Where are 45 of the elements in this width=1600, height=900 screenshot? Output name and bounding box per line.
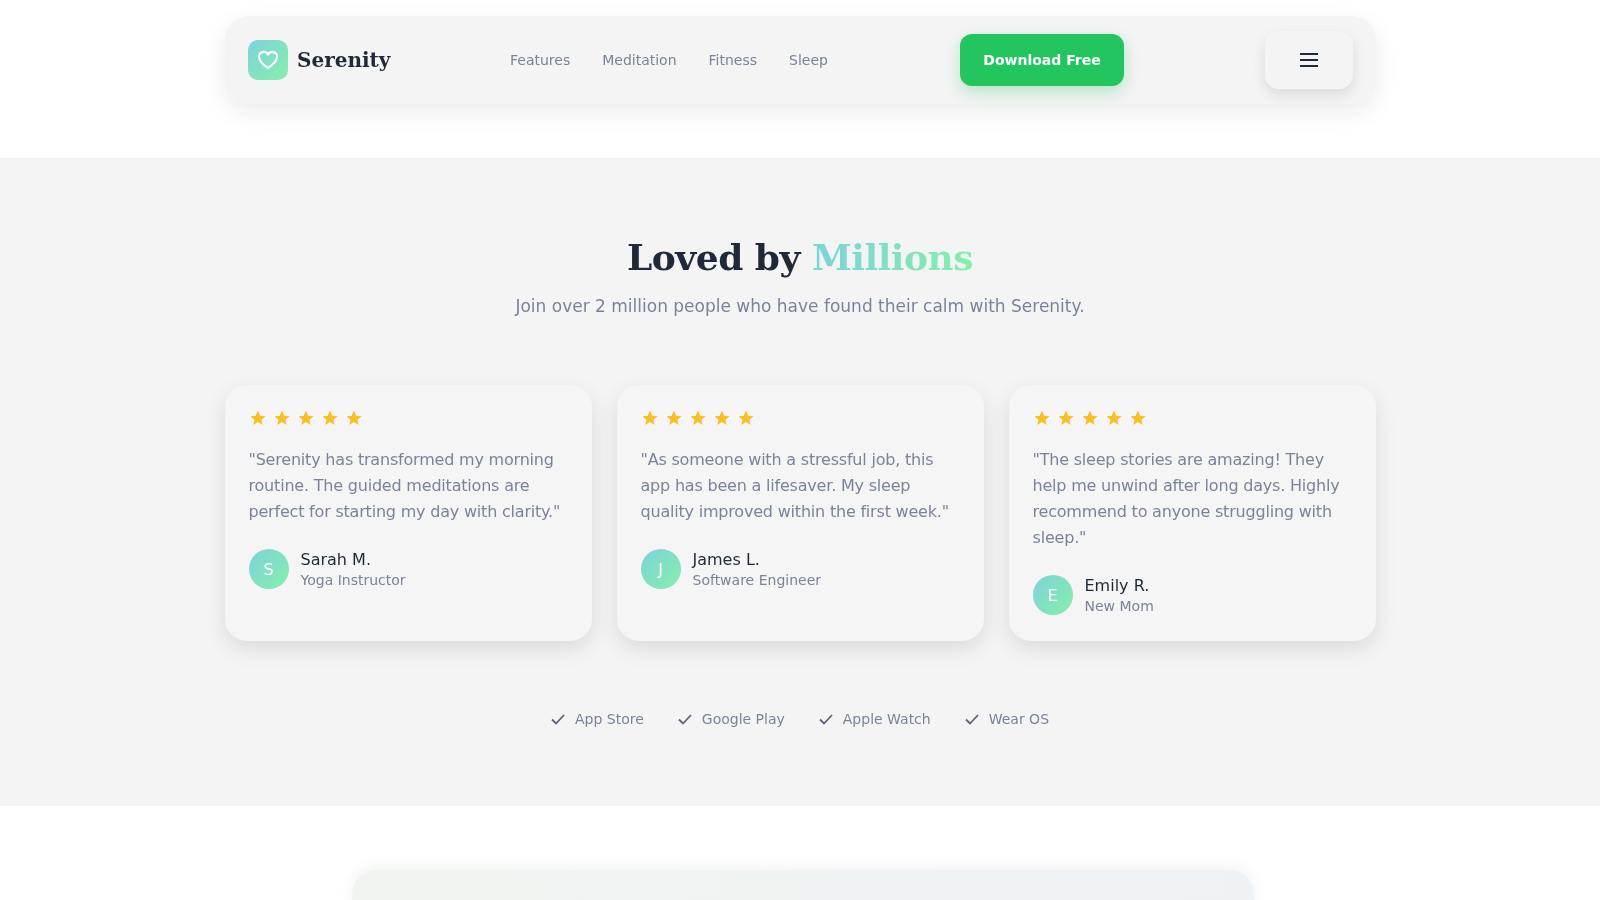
check-icon — [964, 713, 979, 725]
menu-button[interactable] — [1265, 31, 1353, 89]
section-subtitle: Join over 2 million people who have found their calm with Serenity. — [513, 296, 1086, 316]
star-icon — [248, 409, 267, 427]
star-icon — [344, 409, 363, 427]
menu-icon — [1299, 52, 1319, 68]
star-icon — [1080, 409, 1099, 427]
platform-label: App Store — [574, 711, 644, 727]
star-icon — [296, 409, 315, 427]
check-icon — [818, 713, 833, 725]
platform-label: Apple Watch — [842, 711, 931, 727]
reviewer-role: Yoga Instructor — [300, 572, 406, 588]
avatar: J — [640, 549, 681, 589]
nav-link[interactable]: Fitness — [708, 52, 758, 68]
check-icon — [677, 713, 692, 725]
star-icon — [736, 409, 755, 427]
star-icon — [272, 409, 291, 427]
testimonial-quote: "As someone with a stressful job, this app has been a lifesaver. My sleep quality improved within the first week." — [640, 449, 950, 523]
check-icon — [550, 713, 565, 725]
star-icon — [664, 409, 683, 427]
avatar: E — [1032, 575, 1073, 615]
reviewer-name: Emily R. — [1084, 576, 1151, 595]
avatar: S — [248, 549, 289, 589]
star-icon — [640, 409, 659, 427]
reviewer-role: Software Engineer — [692, 572, 821, 588]
nav-link[interactable]: Meditation — [602, 52, 677, 68]
reviewer-name: Sarah M. — [300, 550, 372, 569]
section-title: Loved by Millions — [626, 236, 974, 278]
reviewer-role: New Mom — [1084, 598, 1154, 614]
star-icon — [688, 409, 707, 427]
testimonial-quote: "Serenity has transformed my morning routine. The guided meditations are perfect for starting my day with clarity." — [248, 449, 562, 523]
star-icon — [1056, 409, 1075, 427]
star-icon — [1104, 409, 1123, 427]
platform-label: Wear OS — [988, 711, 1049, 727]
nav-link[interactable]: Sleep — [789, 52, 828, 68]
star-icon — [320, 409, 339, 427]
nav-link[interactable]: Features — [510, 52, 571, 68]
reviewer-name: James L. — [692, 550, 761, 569]
brand-name[interactable]: Serenity — [297, 48, 497, 72]
download-button[interactable]: Download Free — [960, 34, 1124, 86]
star-icon — [1032, 409, 1051, 427]
star-icon — [1128, 409, 1147, 427]
testimonial-quote: "The sleep stories are amazing! They help me unwind after long days. Highly recommend to anyone struggling with sleep." — [1032, 449, 1341, 549]
star-icon — [712, 409, 731, 427]
platform-label: Google Play — [701, 711, 785, 727]
